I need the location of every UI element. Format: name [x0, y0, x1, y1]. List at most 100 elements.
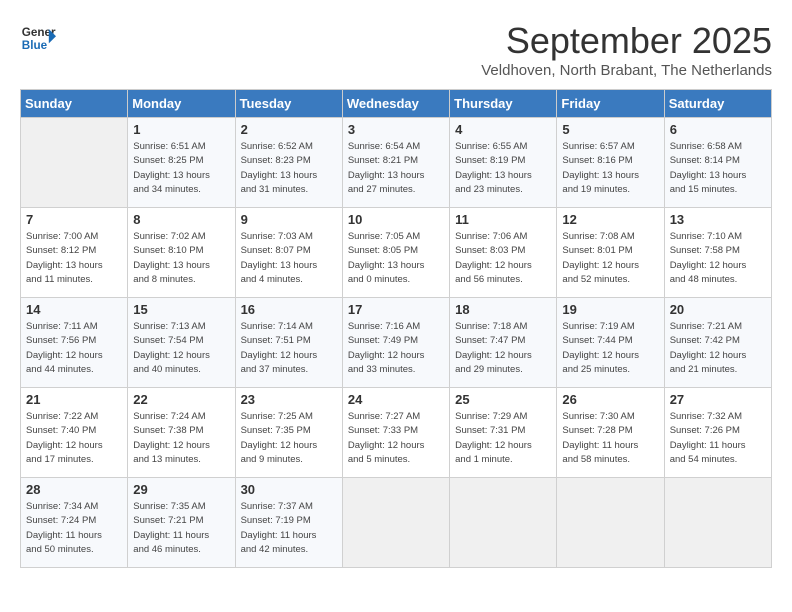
day-number: 13 [670, 212, 766, 227]
day-cell: 28 Sunrise: 7:34 AMSunset: 7:24 PMDayligh… [21, 478, 128, 568]
day-number: 20 [670, 302, 766, 317]
title-block: September 2025 Veldhoven, North Brabant,… [481, 20, 772, 79]
day-cell: 16 Sunrise: 7:14 AMSunset: 7:51 PMDayligh… [235, 298, 342, 388]
day-cell: 20 Sunrise: 7:21 AMSunset: 7:42 PMDayligh… [664, 298, 771, 388]
day-number: 27 [670, 392, 766, 407]
day-info: Sunrise: 6:54 AMSunset: 8:21 PMDaylight:… [348, 140, 444, 197]
day-cell: 18 Sunrise: 7:18 AMSunset: 7:47 PMDayligh… [450, 298, 557, 388]
day-info: Sunrise: 7:14 AMSunset: 7:51 PMDaylight:… [241, 320, 337, 377]
day-cell: 17 Sunrise: 7:16 AMSunset: 7:49 PMDayligh… [342, 298, 449, 388]
day-info: Sunrise: 7:08 AMSunset: 8:01 PMDaylight:… [562, 230, 658, 287]
day-info: Sunrise: 6:58 AMSunset: 8:14 PMDaylight:… [670, 140, 766, 197]
day-number: 28 [26, 482, 122, 497]
week-row-4: 21 Sunrise: 7:22 AMSunset: 7:40 PMDayligh… [21, 388, 772, 478]
day-cell: 5 Sunrise: 6:57 AMSunset: 8:16 PMDaylight… [557, 118, 664, 208]
day-cell: 13 Sunrise: 7:10 AMSunset: 7:58 PMDayligh… [664, 208, 771, 298]
day-cell: 21 Sunrise: 7:22 AMSunset: 7:40 PMDayligh… [21, 388, 128, 478]
week-row-3: 14 Sunrise: 7:11 AMSunset: 7:56 PMDayligh… [21, 298, 772, 388]
day-cell: 25Sunrise: 7:29 AMSunset: 7:31 PMDayligh… [450, 388, 557, 478]
day-number: 10 [348, 212, 444, 227]
col-header-tuesday: Tuesday [235, 90, 342, 118]
day-number: 16 [241, 302, 337, 317]
day-info: Sunrise: 6:55 AMSunset: 8:19 PMDaylight:… [455, 140, 551, 197]
day-info: Sunrise: 7:27 AMSunset: 7:33 PMDaylight:… [348, 410, 444, 467]
day-number: 19 [562, 302, 658, 317]
day-info: Sunrise: 7:16 AMSunset: 7:49 PMDaylight:… [348, 320, 444, 377]
day-info: Sunrise: 7:11 AMSunset: 7:56 PMDaylight:… [26, 320, 122, 377]
day-cell: 4 Sunrise: 6:55 AMSunset: 8:19 PMDaylight… [450, 118, 557, 208]
day-cell [450, 478, 557, 568]
day-info: Sunrise: 7:37 AMSunset: 7:19 PMDaylight:… [241, 500, 337, 557]
day-number: 18 [455, 302, 551, 317]
day-cell: 2 Sunrise: 6:52 AMSunset: 8:23 PMDaylight… [235, 118, 342, 208]
day-number: 26 [562, 392, 658, 407]
day-number: 1 [133, 122, 229, 137]
day-number: 5 [562, 122, 658, 137]
day-number: 9 [241, 212, 337, 227]
day-cell [557, 478, 664, 568]
day-cell: 6Sunrise: 6:58 AMSunset: 8:14 PMDaylight… [664, 118, 771, 208]
day-info: Sunrise: 7:02 AMSunset: 8:10 PMDaylight:… [133, 230, 229, 287]
day-info: Sunrise: 7:10 AMSunset: 7:58 PMDaylight:… [670, 230, 766, 287]
col-header-saturday: Saturday [664, 90, 771, 118]
day-cell: 7 Sunrise: 7:00 AMSunset: 8:12 PMDaylight… [21, 208, 128, 298]
day-info: Sunrise: 6:51 AMSunset: 8:25 PMDaylight:… [133, 140, 229, 197]
header: General Blue September 2025 Veldhoven, N… [20, 20, 772, 79]
day-info: Sunrise: 7:32 AMSunset: 7:26 PMDaylight:… [670, 410, 766, 467]
day-info: Sunrise: 7:00 AMSunset: 8:12 PMDaylight:… [26, 230, 122, 287]
day-cell: 26 Sunrise: 7:30 AMSunset: 7:28 PMDayligh… [557, 388, 664, 478]
day-info: Sunrise: 7:25 AMSunset: 7:35 PMDaylight:… [241, 410, 337, 467]
day-cell [664, 478, 771, 568]
day-number: 11 [455, 212, 551, 227]
week-row-2: 7 Sunrise: 7:00 AMSunset: 8:12 PMDaylight… [21, 208, 772, 298]
day-number: 22 [133, 392, 229, 407]
day-number: 2 [241, 122, 337, 137]
day-number: 12 [562, 212, 658, 227]
day-info: Sunrise: 6:57 AMSunset: 8:16 PMDaylight:… [562, 140, 658, 197]
day-cell: 12 Sunrise: 7:08 AMSunset: 8:01 PMDayligh… [557, 208, 664, 298]
day-cell: 8 Sunrise: 7:02 AMSunset: 8:10 PMDaylight… [128, 208, 235, 298]
logo-icon: General Blue [20, 20, 56, 56]
location-subtitle: Veldhoven, North Brabant, The Netherland… [481, 62, 772, 79]
day-number: 29 [133, 482, 229, 497]
day-cell: 29 Sunrise: 7:35 AMSunset: 7:21 PMDayligh… [128, 478, 235, 568]
day-cell: 15Sunrise: 7:13 AMSunset: 7:54 PMDayligh… [128, 298, 235, 388]
day-info: Sunrise: 7:06 AMSunset: 8:03 PMDaylight:… [455, 230, 551, 287]
day-number: 17 [348, 302, 444, 317]
day-cell [21, 118, 128, 208]
col-header-monday: Monday [128, 90, 235, 118]
day-info: Sunrise: 7:35 AMSunset: 7:21 PMDaylight:… [133, 500, 229, 557]
day-cell: 10Sunrise: 7:05 AMSunset: 8:05 PMDayligh… [342, 208, 449, 298]
day-number: 21 [26, 392, 122, 407]
col-header-wednesday: Wednesday [342, 90, 449, 118]
day-cell: 19 Sunrise: 7:19 AMSunset: 7:44 PMDayligh… [557, 298, 664, 388]
month-title: September 2025 [481, 20, 772, 62]
day-info: Sunrise: 7:34 AMSunset: 7:24 PMDaylight:… [26, 500, 122, 557]
svg-text:Blue: Blue [22, 39, 48, 52]
day-cell: 30 Sunrise: 7:37 AMSunset: 7:19 PMDayligh… [235, 478, 342, 568]
day-info: Sunrise: 7:24 AMSunset: 7:38 PMDaylight:… [133, 410, 229, 467]
day-info: Sunrise: 6:52 AMSunset: 8:23 PMDaylight:… [241, 140, 337, 197]
day-number: 4 [455, 122, 551, 137]
day-info: Sunrise: 7:21 AMSunset: 7:42 PMDaylight:… [670, 320, 766, 377]
col-header-friday: Friday [557, 90, 664, 118]
day-cell: 23Sunrise: 7:25 AMSunset: 7:35 PMDayligh… [235, 388, 342, 478]
day-number: 30 [241, 482, 337, 497]
day-cell: 9Sunrise: 7:03 AMSunset: 8:07 PMDaylight… [235, 208, 342, 298]
day-cell: 11 Sunrise: 7:06 AMSunset: 8:03 PMDayligh… [450, 208, 557, 298]
col-header-thursday: Thursday [450, 90, 557, 118]
day-number: 24 [348, 392, 444, 407]
logo: General Blue [20, 20, 56, 56]
day-number: 7 [26, 212, 122, 227]
day-cell: 22 Sunrise: 7:24 AMSunset: 7:38 PMDayligh… [128, 388, 235, 478]
calendar-table: SundayMondayTuesdayWednesdayThursdayFrid… [20, 89, 772, 568]
col-header-sunday: Sunday [21, 90, 128, 118]
day-info: Sunrise: 7:22 AMSunset: 7:40 PMDaylight:… [26, 410, 122, 467]
day-info: Sunrise: 7:30 AMSunset: 7:28 PMDaylight:… [562, 410, 658, 467]
day-info: Sunrise: 7:18 AMSunset: 7:47 PMDaylight:… [455, 320, 551, 377]
day-number: 14 [26, 302, 122, 317]
day-number: 3 [348, 122, 444, 137]
day-cell: 3 Sunrise: 6:54 AMSunset: 8:21 PMDaylight… [342, 118, 449, 208]
day-info: Sunrise: 7:19 AMSunset: 7:44 PMDaylight:… [562, 320, 658, 377]
day-number: 8 [133, 212, 229, 227]
